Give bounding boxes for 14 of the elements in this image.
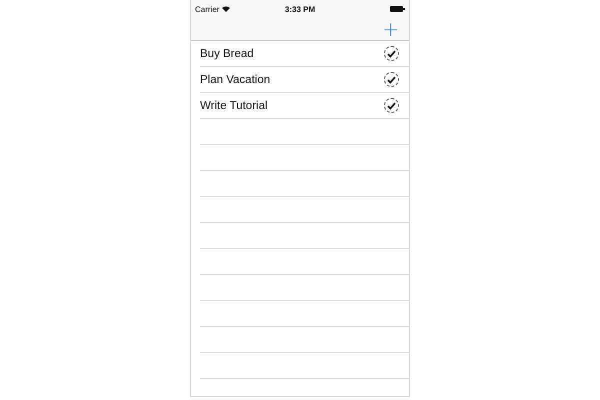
- checkbox[interactable]: [384, 46, 399, 61]
- checkmark-icon: [387, 76, 396, 84]
- todo-title: Buy Bread: [200, 48, 255, 60]
- todo-title: Plan Vacation: [200, 74, 272, 86]
- wifi-icon: [222, 6, 230, 12]
- checkmark-icon: [387, 102, 396, 110]
- battery-icon: [390, 6, 405, 12]
- carrier-label: Carrier: [195, 4, 220, 14]
- checkmark-icon: [387, 50, 396, 58]
- clock-time: 3:33 PM: [284, 4, 316, 14]
- todo-title: Write Tutorial: [200, 100, 269, 112]
- add-button[interactable]: +: [380, 19, 401, 39]
- checkbox[interactable]: [384, 98, 399, 113]
- checkbox[interactable]: [384, 72, 399, 87]
